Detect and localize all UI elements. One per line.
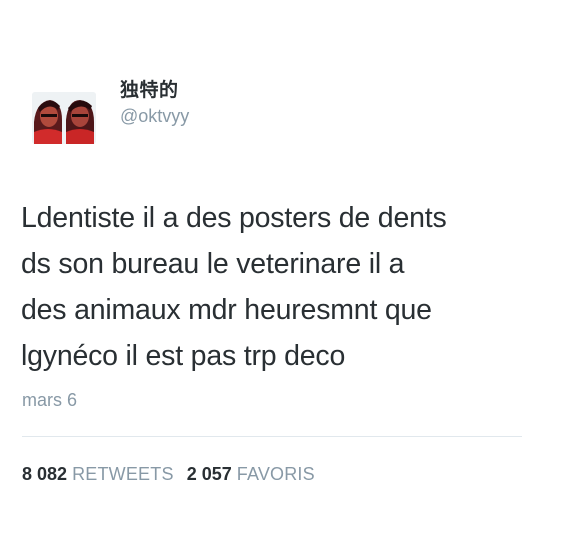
tweet-text: Ldentiste il a des posters de dents ds s… [21,195,541,379]
divider [22,436,522,437]
favorites-label: FAVORIS [236,464,315,484]
user-handle[interactable]: @oktvyy [120,104,189,128]
retweets-count: 8 082 [22,464,68,484]
avatar[interactable] [32,92,96,144]
profile-photo-icon [32,92,96,144]
tweet-stats: 8 082 RETWEETS 2 057 FAVORIS [22,462,323,486]
user-names: 独特的 @oktvyy [120,78,189,128]
tweet-header: 独特的 @oktvyy [32,76,512,146]
tweet-timestamp[interactable]: mars 6 [22,390,77,411]
retweets-stat[interactable]: 8 082 RETWEETS [22,462,174,486]
favorites-stat[interactable]: 2 057 FAVORIS [187,462,315,486]
retweets-label: RETWEETS [72,464,174,484]
favorites-count: 2 057 [186,464,232,484]
tweet-text-line: des animaux mdr heuresmnt que [21,294,432,326]
tweet-card: 独特的 @oktvyy Ldentiste il a des posters d… [0,0,563,558]
display-name[interactable]: 独特的 [120,78,189,102]
tweet-text-line: lgynéco il est pas trp deco [21,340,346,372]
tweet-text-line: ds son bureau le veterinare il a [21,248,405,280]
tweet-text-line: Ldentiste il a des posters de dents [21,202,447,234]
